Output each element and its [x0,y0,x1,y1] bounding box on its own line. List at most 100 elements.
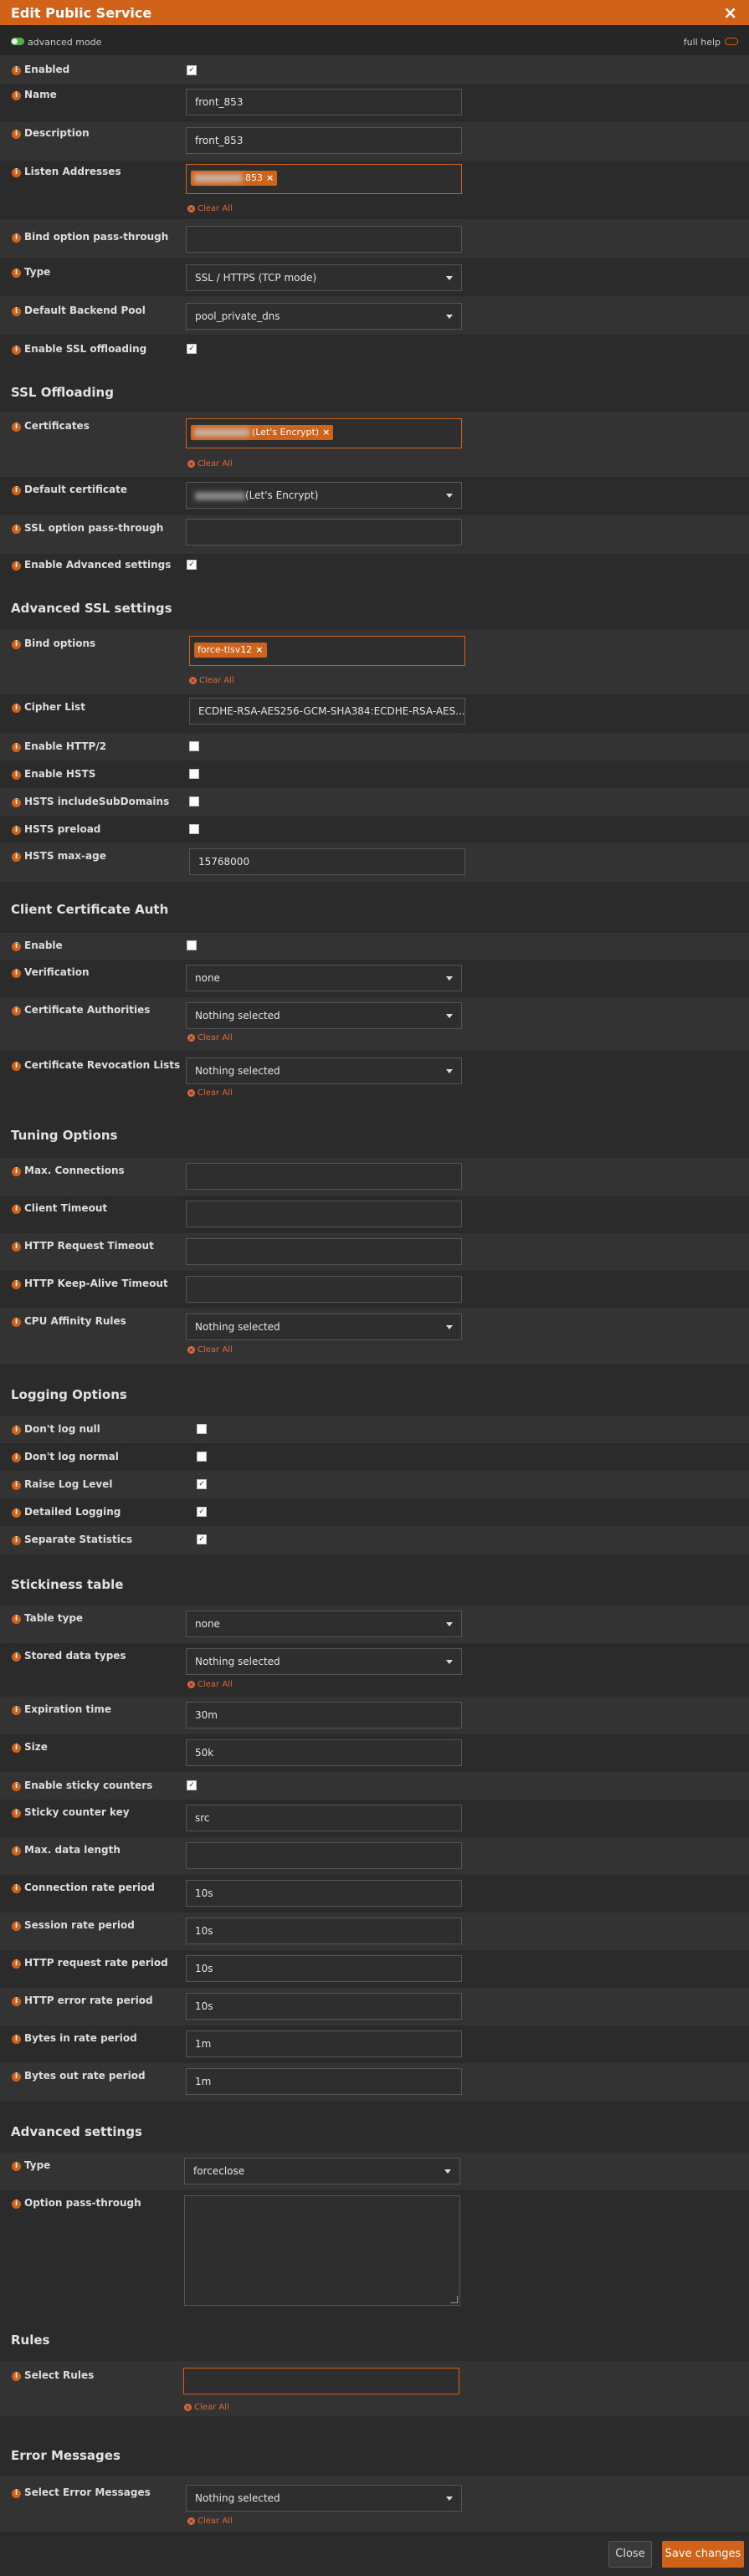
info-icon[interactable]: i [12,942,21,951]
info-icon[interactable]: i [12,1922,21,1931]
info-icon[interactable]: i [12,969,21,978]
detailed-logging-checkbox[interactable]: ✓ [197,1507,207,1517]
size-input[interactable]: 50k [186,1739,462,1766]
default-certificate-select[interactable]: (Let's Encrypt) [186,482,462,509]
stored-data-types-select[interactable]: Nothing selected [186,1648,462,1675]
cpu-affinity-clear-all[interactable]: × Clear All [187,1345,233,1355]
http2-checkbox[interactable] [189,741,199,751]
advanced-mode-toggle[interactable] [11,38,24,45]
info-icon[interactable]: i [12,1242,21,1252]
hsts-preload-checkbox[interactable] [189,824,199,834]
save-changes-button[interactable]: Save changes [662,2541,744,2568]
remove-tag-icon[interactable]: × [322,427,330,438]
max-data-length-input[interactable] [186,1842,462,1869]
sticky-counters-checkbox[interactable]: ✓ [187,1780,197,1790]
info-icon[interactable]: i [12,1280,21,1289]
info-icon[interactable]: i [12,1508,21,1518]
cpu-affinity-select[interactable]: Nothing selected [186,1314,462,1340]
http-request-timeout-input[interactable] [186,1238,462,1265]
revocation-lists-select[interactable]: Nothing selected [186,1058,462,1084]
info-icon[interactable]: i [12,307,21,316]
type-select[interactable]: SSL / HTTPS (TCP mode) [186,264,462,291]
dont-log-normal-checkbox[interactable] [197,1452,207,1462]
info-icon[interactable]: i [12,1652,21,1662]
bytes-out-rate-input[interactable]: 1m [186,2068,462,2095]
bind-options-input[interactable]: force-tlsv12 × [189,636,465,666]
info-icon[interactable]: i [12,1706,21,1715]
info-icon[interactable]: i [12,346,21,355]
bytes-in-rate-input[interactable]: 1m [186,2031,462,2057]
info-icon[interactable]: i [12,1006,21,1016]
separate-statistics-checkbox[interactable]: ✓ [197,1534,207,1544]
raise-log-level-checkbox[interactable]: ✓ [197,1479,207,1489]
select-rules-input[interactable] [183,2368,459,2394]
info-icon[interactable]: i [12,1809,21,1818]
connection-rate-input[interactable]: 10s [186,1880,462,1907]
info-icon[interactable]: i [12,2372,21,2381]
info-icon[interactable]: i [12,826,21,835]
info-icon[interactable]: i [12,704,21,713]
ssl-offloading-checkbox[interactable]: ✓ [187,344,197,354]
close-icon[interactable]: × [723,3,737,23]
enable-advanced-settings-checkbox[interactable]: ✓ [187,560,197,570]
info-icon[interactable]: i [12,2200,21,2209]
info-icon[interactable]: i [12,1959,21,1969]
info-icon[interactable]: i [12,743,21,752]
cipher-list-input[interactable]: ECDHE-RSA-AES256-GCM-SHA384:ECDHE-RSA-AE… [189,698,465,725]
select-rules-clear-all[interactable]: × Clear All [184,2403,229,2412]
remove-tag-icon[interactable]: × [255,644,263,655]
info-icon[interactable]: i [12,423,21,432]
info-icon[interactable]: i [12,1062,21,1071]
stored-data-types-clear-all[interactable]: × Clear All [187,1680,233,1689]
info-icon[interactable]: i [12,2035,21,2044]
hsts-max-age-input[interactable]: 15768000 [189,848,465,875]
option-passthrough-textarea[interactable] [184,2195,460,2306]
info-icon[interactable]: i [12,561,21,571]
default-backend-select[interactable]: pool_private_dns [186,303,462,330]
info-icon[interactable]: i [12,1997,21,2006]
advanced-type-select[interactable]: forceclose [184,2158,460,2184]
info-icon[interactable]: i [12,1744,21,1753]
listen-addresses-clear-all[interactable]: × Clear All [187,204,233,213]
remove-tag-icon[interactable]: × [266,172,274,183]
client-timeout-input[interactable] [186,1201,462,1227]
sticky-counter-key-input[interactable]: src [186,1805,462,1831]
info-icon[interactable]: i [12,233,21,243]
info-icon[interactable]: i [12,853,21,862]
verification-select[interactable]: none [186,965,462,991]
listen-addresses-input[interactable]: 853 × [186,164,462,194]
hsts-checkbox[interactable] [189,769,199,779]
info-icon[interactable]: i [12,91,21,100]
dont-log-null-checkbox[interactable] [197,1424,207,1434]
client-auth-enable-checkbox[interactable] [187,940,197,950]
info-icon[interactable]: i [12,798,21,807]
info-icon[interactable]: i [12,1615,21,1624]
info-icon[interactable]: i [12,2072,21,2082]
info-icon[interactable]: i [12,66,21,75]
info-icon[interactable]: i [12,168,21,177]
info-icon[interactable]: i [12,771,21,780]
info-icon[interactable]: i [12,1205,21,1214]
certificates-clear-all[interactable]: × Clear All [187,459,233,469]
info-icon[interactable]: i [12,269,21,278]
info-icon[interactable]: i [12,525,21,534]
name-input[interactable]: front_853 [186,89,462,115]
http-request-rate-input[interactable]: 10s [186,1955,462,1982]
info-icon[interactable]: i [12,1481,21,1490]
info-icon[interactable]: i [12,130,21,139]
info-icon[interactable]: i [12,1167,21,1176]
info-icon[interactable]: i [12,1884,21,1893]
info-icon[interactable]: i [12,486,21,495]
expiration-time-input[interactable]: 30m [186,1702,462,1728]
select-error-messages-clear-all[interactable]: × Clear All [187,2517,233,2526]
resize-handle-icon[interactable] [450,2296,458,2303]
full-help-toggle[interactable] [725,38,738,45]
info-icon[interactable]: i [12,1453,21,1462]
certificates-input[interactable]: (Let's Encrypt) × [186,418,462,448]
max-connections-input[interactable] [186,1163,462,1190]
table-type-select[interactable]: none [186,1611,462,1637]
http-keepalive-timeout-input[interactable] [186,1276,462,1303]
select-error-messages-select[interactable]: Nothing selected [186,2485,462,2512]
certificate-authorities-clear-all[interactable]: × Clear All [187,1033,233,1042]
enabled-checkbox[interactable]: ✓ [187,65,197,75]
